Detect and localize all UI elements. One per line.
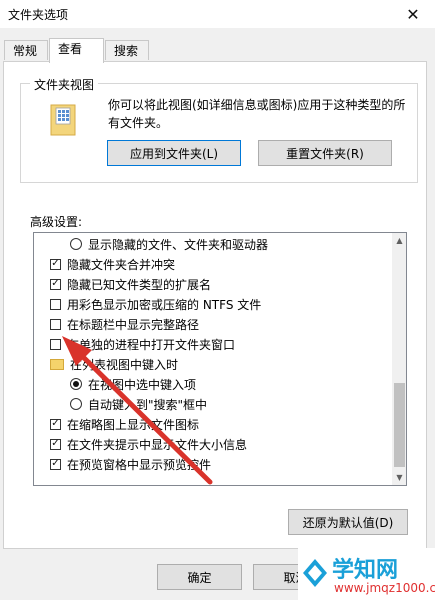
- list-item-label: 用彩色显示加密或压缩的 NTFS 文件: [67, 297, 262, 312]
- tab-view[interactable]: 查看: [49, 38, 104, 63]
- list-item-label: 隐藏已知文件类型的扩展名: [67, 277, 212, 292]
- scrollbar-thumb[interactable]: [394, 383, 405, 467]
- close-button[interactable]: ✕: [391, 0, 435, 28]
- vertical-scrollbar[interactable]: ▲ ▼: [392, 233, 406, 485]
- checkbox[interactable]: [50, 318, 61, 330]
- list-item[interactable]: ✓ 隐藏文件夹合并冲突: [50, 254, 175, 274]
- list-item-label: 显示隐藏的文件、文件夹和驱动器: [88, 237, 269, 252]
- tab-search[interactable]: 搜索: [105, 40, 149, 60]
- watermark-logo-icon: [303, 559, 327, 587]
- annotation-arrow-icon: [62, 336, 213, 485]
- scroll-up-icon[interactable]: ▲: [392, 233, 406, 248]
- list-item-label: 隐藏文件夹合并冲突: [67, 257, 176, 272]
- restore-defaults-button[interactable]: 还原为默认值(D): [288, 509, 408, 535]
- watermark-brand: 学知网: [332, 558, 399, 583]
- folder-view-icon: [50, 104, 76, 136]
- tab-strip: 常规 查看 搜索: [0, 38, 435, 63]
- checkbox[interactable]: ✓: [50, 278, 61, 290]
- ok-button[interactable]: 确定: [157, 564, 242, 590]
- tab-general[interactable]: 常规: [4, 40, 48, 60]
- reset-folders-button[interactable]: 重置文件夹(R): [258, 140, 392, 166]
- list-item[interactable]: 用彩色显示加密或压缩的 NTFS 文件: [50, 294, 261, 314]
- list-item[interactable]: 显示隐藏的文件、文件夹和驱动器: [70, 234, 268, 254]
- checkbox[interactable]: [50, 298, 61, 310]
- list-item[interactable]: ✓ 隐藏已知文件类型的扩展名: [50, 274, 211, 294]
- apply-to-folders-button[interactable]: 应用到文件夹(L): [107, 140, 241, 166]
- scroll-down-icon[interactable]: ▼: [392, 470, 406, 485]
- window-title: 文件夹选项: [8, 8, 69, 22]
- checkbox[interactable]: ✓: [50, 258, 61, 270]
- watermark-url: www.jmqz1000.com: [334, 581, 435, 595]
- watermark: 学知网 www.jmqz1000.com: [298, 548, 435, 600]
- advanced-settings-label: 高级设置:: [30, 215, 83, 229]
- folder-view-description: 你可以将此视图(如详细信息或图标)应用于这种类型的所有文件夹。: [108, 98, 406, 130]
- title-bar: 文件夹选项 ✕: [0, 0, 435, 28]
- folder-view-title: 文件夹视图: [30, 76, 99, 93]
- radio-button[interactable]: [70, 238, 82, 250]
